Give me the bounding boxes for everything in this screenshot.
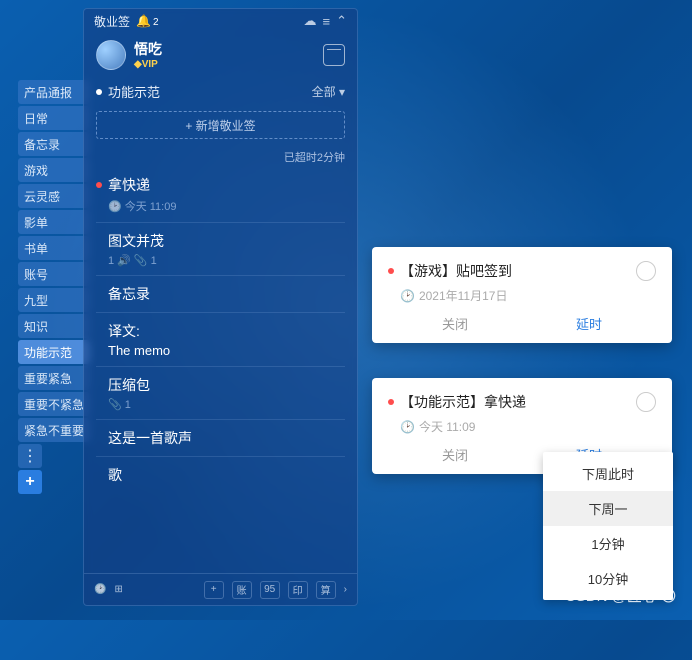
reminder-card: 【游戏】贴吧签到 🕑 2021年11月17日 关闭 延时: [372, 247, 672, 343]
dropdown-item[interactable]: 下周此时: [543, 456, 673, 491]
user-name: 悟吃: [134, 39, 162, 59]
note-item[interactable]: 图文并茂 1 🔊 📎 1: [96, 222, 345, 275]
note-subtext: 📎 1: [108, 398, 345, 411]
app-title: 敬业签: [94, 13, 130, 30]
chevron-right-icon[interactable]: ›: [344, 581, 347, 599]
footer-print-button[interactable]: 印: [288, 581, 308, 599]
footer-add-button[interactable]: +: [204, 581, 224, 599]
note-item[interactable]: 歌: [96, 456, 345, 493]
note-subtext: 🕑 今天 11:09: [108, 198, 345, 214]
complete-checkbox[interactable]: [636, 261, 656, 281]
reminder-close-button[interactable]: 关闭: [442, 314, 468, 333]
sidebar-tag[interactable]: 知识: [18, 314, 90, 338]
footer-calc-button[interactable]: 算: [316, 581, 336, 599]
sidebar-tag[interactable]: 功能示范: [18, 340, 90, 364]
dot-icon: [96, 89, 102, 95]
sidebar-tag[interactable]: 游戏: [18, 158, 90, 182]
overdue-label: 已超时2分钟: [84, 145, 357, 167]
note-item[interactable]: 备忘录: [96, 275, 345, 312]
add-note-button[interactable]: + 新增敬业签: [96, 111, 345, 139]
vip-badge: ◆VIP: [134, 59, 162, 70]
sidebar-more[interactable]: ⋮: [18, 444, 42, 468]
reminder-title: 【功能示范】拿快递: [400, 392, 526, 412]
sidebar-tag[interactable]: 云灵感: [18, 184, 90, 208]
reminder-delay-button[interactable]: 延时: [576, 314, 602, 333]
sidebar-tag[interactable]: 重要紧急: [18, 366, 90, 390]
dropdown-item[interactable]: 1分钟: [543, 526, 673, 561]
category-name: 功能示范: [108, 82, 160, 101]
priority-dot-icon: [388, 268, 394, 274]
sidebar-tag[interactable]: 书单: [18, 236, 90, 260]
grid-icon[interactable]: ⊞: [114, 581, 122, 599]
cloud-icon[interactable]: ☁: [304, 13, 317, 29]
footer-account-button[interactable]: 账: [232, 581, 252, 599]
complete-checkbox[interactable]: [636, 392, 656, 412]
sidebar-tag[interactable]: 九型: [18, 288, 90, 312]
reminder-close-button[interactable]: 关闭: [442, 445, 468, 464]
dropdown-item[interactable]: 下周一: [543, 491, 673, 526]
reminder-time: 🕑 今天 11:09: [400, 418, 656, 435]
note-item[interactable]: 压缩包 📎 1: [96, 366, 345, 419]
bell-badge: 2: [153, 17, 159, 28]
sidebar-tag[interactable]: 备忘录: [18, 132, 90, 156]
category-filter[interactable]: 全部 ▾: [312, 83, 345, 100]
note-subtext: 1 🔊 📎 1: [108, 254, 345, 267]
note-item[interactable]: 译文: The memo: [96, 312, 345, 366]
note-panel: 敬业签 🔔2 ☁ ≡ ⌃ 悟吃 ◆VIP 功能示范 全部 ▾ + 新增敬业签 已…: [83, 8, 358, 606]
reminder-title: 【游戏】贴吧签到: [400, 261, 512, 281]
sidebar-tag[interactable]: 日常: [18, 106, 90, 130]
collapse-icon[interactable]: ⌃: [336, 13, 347, 29]
priority-dot-icon: [96, 182, 102, 188]
bell-icon[interactable]: 🔔2: [136, 14, 159, 28]
history-icon[interactable]: 🕑: [94, 581, 106, 599]
menu-icon[interactable]: ≡: [323, 14, 331, 29]
delay-dropdown: 下周此时 下周一 1分钟 10分钟: [543, 452, 673, 600]
sidebar-tag[interactable]: 影单: [18, 210, 90, 234]
priority-dot-icon: [388, 399, 394, 405]
sidebar-tag-list: 产品通报 日常 备忘录 游戏 云灵感 影单 书单 账号 九型 知识 功能示范 重…: [18, 80, 90, 494]
avatar[interactable]: [96, 40, 126, 70]
note-list: 拿快递 🕑 今天 11:09 图文并茂 1 🔊 📎 1 备忘录 译文: The …: [84, 167, 357, 573]
calendar-icon[interactable]: [323, 44, 345, 66]
footer-95-button[interactable]: 95: [260, 581, 280, 599]
note-item[interactable]: 拿快递 🕑 今天 11:09: [96, 167, 345, 222]
reminder-time: 🕑 2021年11月17日: [400, 287, 656, 304]
sidebar-tag[interactable]: 账号: [18, 262, 90, 286]
sidebar-add-tag[interactable]: +: [18, 470, 42, 494]
panel-footer: 🕑 ⊞ + 账 95 印 算 ›: [84, 573, 357, 605]
sidebar-tag[interactable]: 产品通报: [18, 80, 90, 104]
watermark: CSDN @匠心 〇: [565, 585, 676, 606]
sidebar-tag[interactable]: 紧急不重要: [18, 418, 90, 442]
note-item[interactable]: 这是一首歌声: [96, 419, 345, 456]
note-translation: The memo: [108, 343, 345, 358]
sidebar-tag[interactable]: 重要不紧急: [18, 392, 90, 416]
